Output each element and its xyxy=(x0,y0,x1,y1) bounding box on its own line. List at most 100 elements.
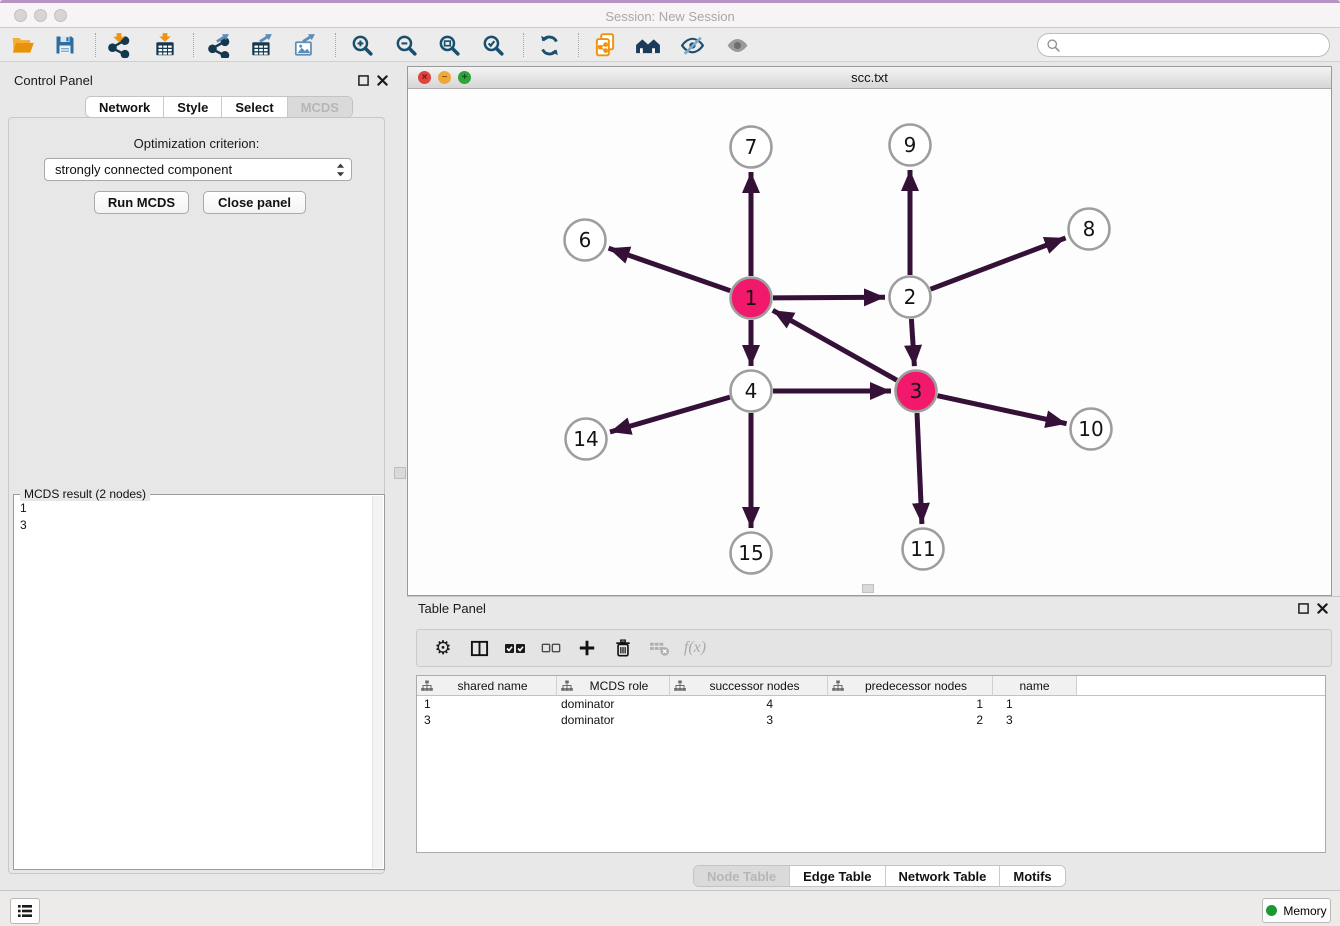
export-table-button[interactable] xyxy=(247,30,277,60)
zoom-selected-icon xyxy=(481,33,506,58)
graph-node-label: 8 xyxy=(1083,217,1096,241)
export-network-icon xyxy=(206,32,232,58)
cell-name[interactable]: 1 xyxy=(993,696,1077,712)
create-column-button[interactable] xyxy=(569,639,605,657)
result-scrollbar[interactable] xyxy=(372,496,383,868)
cell-shared-name[interactable]: 1 xyxy=(417,696,557,712)
graph-node-label: 15 xyxy=(738,541,763,565)
mcds-result-title: MCDS result (2 nodes) xyxy=(20,487,150,501)
tab-network[interactable]: Network xyxy=(86,97,163,117)
graph-node-label: 6 xyxy=(579,228,592,252)
export-image-icon xyxy=(292,32,318,58)
clone-network-button[interactable] xyxy=(590,30,620,60)
tree-icon xyxy=(674,680,686,692)
select-all-button[interactable] xyxy=(497,641,533,656)
clone-network-icon xyxy=(592,32,618,58)
network-window-titlebar[interactable]: × − + scc.txt xyxy=(408,67,1331,89)
plus-icon xyxy=(578,639,596,657)
import-table-icon xyxy=(152,32,178,58)
fx-icon: f(x) xyxy=(684,639,706,657)
table-row[interactable]: 3 dominator 3 2 3 xyxy=(417,712,1325,728)
open-session-button[interactable] xyxy=(8,30,38,60)
zoom-selected-button[interactable] xyxy=(478,30,508,60)
node-table: shared name MCDS role successor nodes pr… xyxy=(416,675,1326,853)
export-image-button[interactable] xyxy=(290,30,320,60)
cell-shared-name[interactable]: 3 xyxy=(417,712,557,728)
table-panel: Table Panel ⚙ f(x) shared na xyxy=(407,596,1340,890)
deselect-all-button[interactable] xyxy=(533,641,569,655)
delete-column-button[interactable] xyxy=(605,639,641,657)
graph-node-label: 14 xyxy=(573,427,598,451)
search-input[interactable] xyxy=(1066,38,1321,52)
tab-edge-table[interactable]: Edge Table xyxy=(789,866,884,886)
search-box[interactable] xyxy=(1037,33,1330,57)
graph-node-label: 10 xyxy=(1078,417,1103,441)
column-header-name[interactable]: name xyxy=(993,676,1077,696)
save-session-button[interactable] xyxy=(50,30,80,60)
criterion-value: strongly connected component xyxy=(55,162,232,177)
network-canvas[interactable]: 7968124314101511 xyxy=(408,89,1331,595)
memory-button[interactable]: Memory xyxy=(1262,898,1331,923)
import-network-button[interactable] xyxy=(104,30,134,60)
tab-motifs[interactable]: Motifs xyxy=(999,866,1064,886)
function-builder-button[interactable]: f(x) xyxy=(677,639,713,657)
show-all-networks-button[interactable] xyxy=(633,30,663,60)
run-mcds-button[interactable]: Run MCDS xyxy=(94,191,189,214)
horizontal-splitter-grip[interactable] xyxy=(862,584,874,593)
hide-graphics-details-button[interactable] xyxy=(677,30,707,60)
network-window-title: scc.txt xyxy=(408,70,1331,85)
graph-edge-2-3[interactable] xyxy=(911,319,914,366)
cell-mcds-role[interactable]: dominator xyxy=(557,696,670,712)
show-columns-button[interactable] xyxy=(461,639,497,658)
control-panel: Control Panel Network Style Select MCDS … xyxy=(0,62,393,890)
graph-edge-3-11[interactable] xyxy=(917,413,922,524)
table-close-button[interactable] xyxy=(1317,603,1328,614)
show-graphics-details-button[interactable] xyxy=(722,30,752,60)
open-folder-icon xyxy=(10,32,36,58)
cell-name[interactable]: 3 xyxy=(993,712,1077,728)
export-network-button[interactable] xyxy=(204,30,234,60)
tab-node-table[interactable]: Node Table xyxy=(694,866,789,886)
column-header-mcds-role[interactable]: MCDS role xyxy=(557,676,670,696)
column-header-shared-name[interactable]: shared name xyxy=(417,676,557,696)
zoom-out-button[interactable] xyxy=(391,30,421,60)
refresh-layout-button[interactable] xyxy=(534,30,564,60)
task-history-button[interactable] xyxy=(10,898,40,924)
table-float-button[interactable] xyxy=(1298,603,1309,614)
graph-edge-1-2[interactable] xyxy=(773,297,885,298)
graph-edge-4-14[interactable] xyxy=(610,397,730,432)
checked-boxes-icon xyxy=(504,641,526,656)
table-settings-button[interactable]: ⚙ xyxy=(425,637,461,659)
tab-select[interactable]: Select xyxy=(221,97,286,117)
tab-mcds[interactable]: MCDS xyxy=(287,97,352,117)
cell-successor-nodes[interactable]: 3 xyxy=(670,712,828,728)
tree-icon xyxy=(421,680,433,692)
close-panel-button[interactable] xyxy=(377,75,388,86)
cell-predecessor-nodes[interactable]: 1 xyxy=(828,696,993,712)
graph-edge-2-8[interactable] xyxy=(931,238,1066,289)
tab-style[interactable]: Style xyxy=(163,97,221,117)
table-row[interactable]: 1 dominator 4 1 1 xyxy=(417,696,1325,712)
gear-icon: ⚙ xyxy=(434,637,451,659)
graph-node-label: 2 xyxy=(904,285,917,309)
graph-edge-3-1[interactable] xyxy=(773,310,897,380)
tab-network-table[interactable]: Network Table xyxy=(885,866,1000,886)
graph-edge-1-6[interactable] xyxy=(609,248,731,291)
tree-icon xyxy=(561,680,573,692)
criterion-dropdown[interactable]: strongly connected component xyxy=(44,158,352,181)
cell-successor-nodes[interactable]: 4 xyxy=(670,696,828,712)
vertical-splitter-grip[interactable] xyxy=(394,467,406,479)
graph-edge-3-10[interactable] xyxy=(938,396,1067,424)
cell-mcds-role[interactable]: dominator xyxy=(557,712,670,728)
destroy-table-button[interactable] xyxy=(641,639,677,658)
column-header-successor-nodes[interactable]: successor nodes xyxy=(670,676,828,696)
memory-status-icon xyxy=(1266,905,1277,916)
control-panel-title: Control Panel xyxy=(14,73,93,88)
zoom-in-button[interactable] xyxy=(347,30,377,60)
column-header-predecessor-nodes[interactable]: predecessor nodes xyxy=(828,676,993,696)
close-panel-action-button[interactable]: Close panel xyxy=(203,191,306,214)
float-panel-button[interactable] xyxy=(358,75,369,86)
import-table-button[interactable] xyxy=(150,30,180,60)
zoom-fit-button[interactable] xyxy=(434,30,464,60)
cell-predecessor-nodes[interactable]: 2 xyxy=(828,712,993,728)
